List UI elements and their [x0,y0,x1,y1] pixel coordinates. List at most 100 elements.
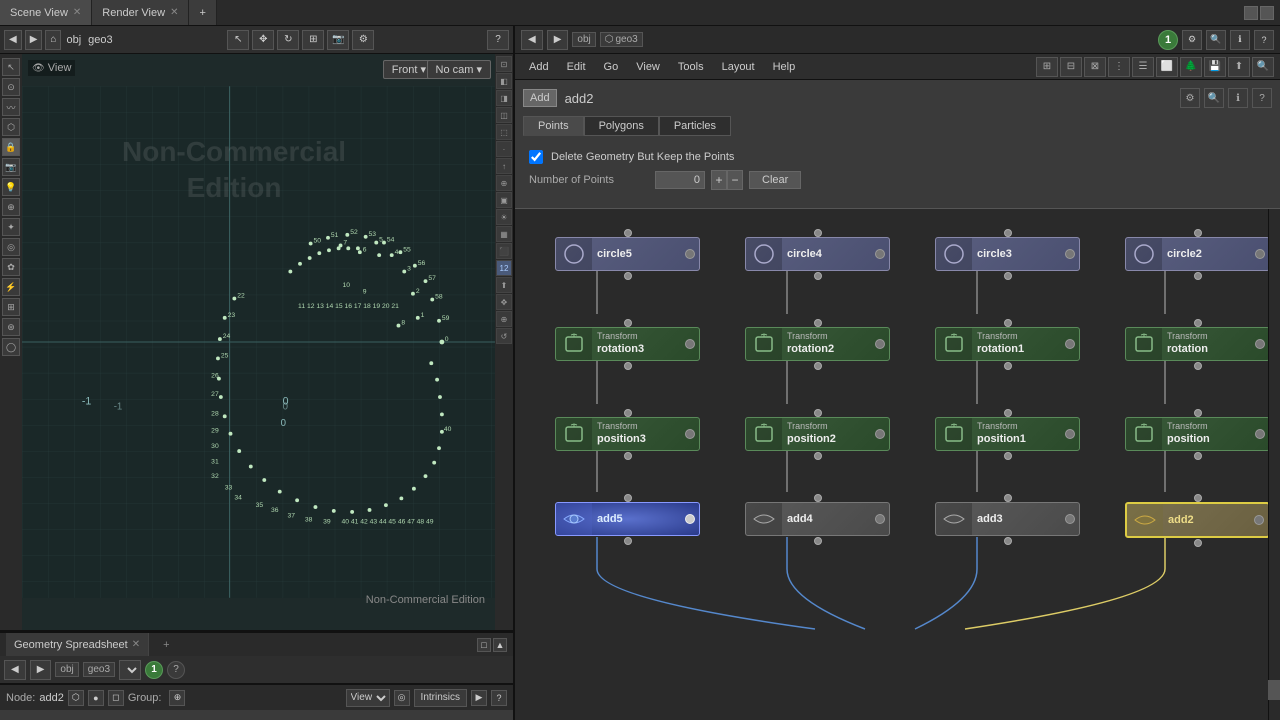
node-position[interactable]: Transform position [1125,409,1270,460]
delete-geo-checkbox[interactable] [529,150,543,164]
light-toggle[interactable]: ☀ [496,209,512,225]
r-search[interactable]: 🔍 [1206,30,1226,50]
rotate-tool[interactable]: ↻ [277,30,299,50]
light-icon[interactable]: 💡 [2,178,20,196]
help-button[interactable]: ? [487,30,509,50]
node-graph-scrollbar[interactable] [1268,209,1280,720]
position2-box[interactable]: Transform position2 [745,417,890,451]
misc-icon[interactable]: ⊞ [2,298,20,316]
tab-scene-view[interactable]: Scene View ✕ [0,0,92,25]
point-icon[interactable]: · [496,141,512,157]
reflect-icon[interactable]: ⬛ [496,243,512,259]
node-flag-sm[interactable]: ● [88,690,104,706]
dynamic-icon[interactable]: ⚡ [2,278,20,296]
tab-points[interactable]: Points [523,116,584,136]
forward-button[interactable]: ▶ [25,30,43,50]
circle4-box[interactable]: circle4 [745,237,890,271]
spreadsheet-tab[interactable]: Geometry Spreadsheet ✕ [6,633,149,656]
search2-icon[interactable]: 🔍 [1252,57,1274,77]
cam-icon[interactable]: 📷 [2,158,20,176]
add5-box[interactable]: add5 [555,502,700,536]
scale-tool[interactable]: ⊞ [302,30,324,50]
ghost-icon[interactable]: ◫ [496,107,512,123]
display-icon[interactable]: ◧ [496,73,512,89]
circle3-box[interactable]: circle3 [935,237,1080,271]
particle-icon[interactable]: ✦ [2,218,20,236]
camera-select-button[interactable]: No cam ▾ [427,60,491,79]
home-button[interactable]: ⌂ [45,30,61,50]
spreadsheet-close[interactable]: ✕ [132,639,140,650]
play-icon[interactable]: ▶ [471,690,487,706]
help-sm-icon[interactable]: ? [491,690,507,706]
circle2-box[interactable]: circle2 [1125,237,1270,271]
node-add4[interactable]: add4 [745,494,890,545]
node-position1[interactable]: Transform position1 [935,409,1080,460]
layout-icon-3[interactable]: ⊠ [1084,57,1106,77]
save-icon[interactable]: 💾 [1204,57,1226,77]
wire-icon[interactable]: ⬚ [496,124,512,140]
pan-icon[interactable]: ✥ [496,294,512,310]
node-position2[interactable]: Transform position2 [745,409,890,460]
lock-icon[interactable]: 🔒 [2,138,20,156]
node-add5[interactable]: add5 [555,494,700,545]
position-box[interactable]: Transform position [1125,417,1270,451]
intrinsics-button[interactable]: Intrinsics [414,689,467,707]
ss-back[interactable]: ◀ [4,660,26,680]
node-rotation1[interactable]: Transform rotation1 [935,319,1080,370]
insp-gear[interactable]: ⚙ [1180,88,1200,108]
thumb-icon[interactable]: ⬜ [1156,57,1178,77]
node-add3[interactable]: add3 [935,494,1080,545]
node-icon-sm[interactable]: ⬡ [68,690,84,706]
export2-icon[interactable]: ⬆ [1228,57,1250,77]
insp-search[interactable]: 🔍 [1204,88,1224,108]
decrement-button[interactable]: − [727,170,743,190]
menu-view[interactable]: View [628,59,668,75]
node-rotation[interactable]: Transform rotation [1125,319,1270,370]
menu-help[interactable]: Help [765,59,804,75]
node-add2[interactable]: add2 [1125,494,1270,547]
select-tool[interactable]: ↖ [227,30,249,50]
menu-edit[interactable]: Edit [559,59,594,75]
rotation2-box[interactable]: Transform rotation2 [745,327,890,361]
circle5-box[interactable]: circle5 [555,237,700,271]
collapse-button[interactable]: □ [477,638,491,652]
orbit-icon[interactable]: ◯ [2,338,20,356]
new-tab-button[interactable]: + [189,0,216,25]
new-spreadsheet-tab[interactable]: + [155,639,177,651]
add2-box[interactable]: add2 [1125,502,1270,538]
shade-icon[interactable]: ◨ [496,90,512,106]
node-circle2[interactable]: circle2 [1125,229,1270,280]
select-icon[interactable]: ↖ [2,58,20,76]
layout-icon-2[interactable]: ⊟ [1060,57,1082,77]
clear-button[interactable]: Clear [749,171,801,189]
bg-icon[interactable]: ▦ [496,226,512,242]
r-info[interactable]: ℹ [1230,30,1250,50]
r-help[interactable]: ? [1254,30,1274,50]
menu-add[interactable]: Add [521,59,557,75]
uvw-icon[interactable]: ⊕ [496,175,512,191]
node-circle3[interactable]: circle3 [935,229,1080,280]
group-icon[interactable]: ⊕ [169,690,185,706]
r-settings[interactable]: ⚙ [1182,30,1202,50]
node-position3[interactable]: Transform position3 [555,409,700,460]
tab-polygons[interactable]: Polygons [584,116,659,136]
node-rotation3[interactable]: Transform rotation3 [555,319,700,370]
tumble-icon[interactable]: ⊛ [2,318,20,336]
insp-help[interactable]: ? [1252,88,1272,108]
scene-view-close[interactable]: ✕ [73,7,81,18]
pose-icon[interactable]: ✿ [2,258,20,276]
zoom-icon[interactable]: ⊕ [496,311,512,327]
render-view-close[interactable]: ✕ [170,7,178,18]
brush-icon[interactable]: 〰 [2,98,20,116]
r-forward[interactable]: ▶ [547,30,569,50]
tree-icon[interactable]: 🌲 [1180,57,1202,77]
display-opts[interactable]: ⚙ [352,30,374,50]
geometry-icon[interactable]: ◎ [394,690,410,706]
node-display-sm[interactable]: ◻ [108,690,124,706]
increment-button[interactable]: + [711,170,727,190]
mat-icon[interactable]: ▣ [496,192,512,208]
add3-box[interactable]: add3 [935,502,1080,536]
deform-icon[interactable]: ◎ [2,238,20,256]
num-points-input[interactable] [655,171,705,189]
node-circle4[interactable]: circle4 [745,229,890,280]
